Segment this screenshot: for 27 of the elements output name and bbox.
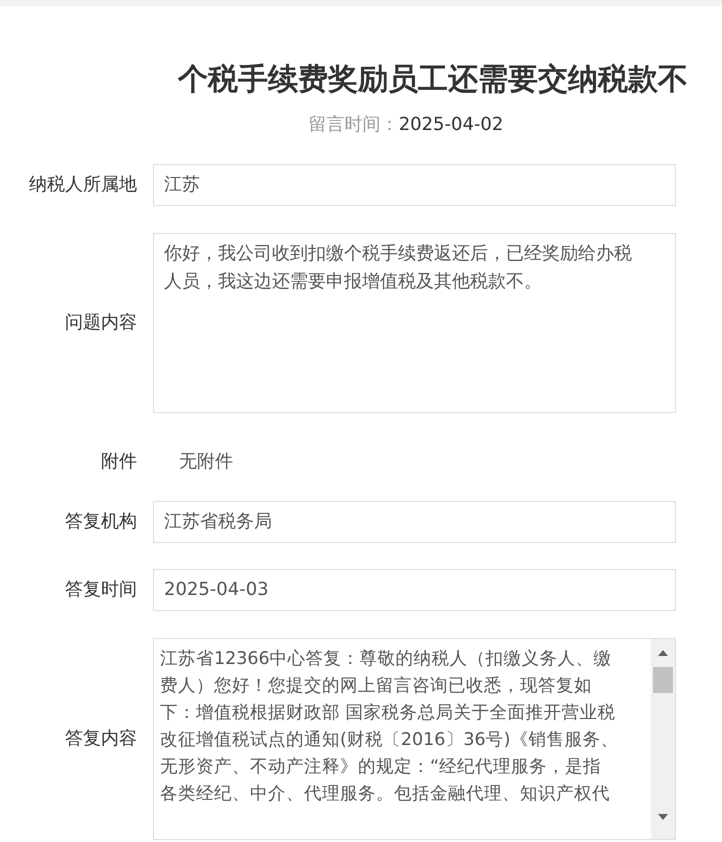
text-area[interactable]: 你好，我公司收到扣缴个税手续费返还后，已经奖励给办税 人员，我这边还需要申报增值税及其他税款不。 — [153, 233, 676, 413]
text-line: 费人）您好！您提交的网上留言咨询已收悉，现答复如 — [160, 675, 593, 698]
attachment-text: 无附件 — [179, 450, 233, 474]
text-line: 各类经纪、中介、代理服务。包括金融代理、知识产权代 — [160, 783, 611, 806]
date-label: 留言时间： — [308, 113, 399, 137]
text-line: 无形资产、不动产注释》的规定：“经纪代理服务，是指 — [160, 756, 602, 779]
field-label: 纳税人所属地 — [28, 173, 137, 197]
text-line: 你好，我公司收到扣缴个税手续费返还后，已经奖励给办税 — [164, 242, 633, 266]
scroll-thumb[interactable] — [653, 667, 673, 693]
text-line: 人员，我这边还需要申报增值税及其他税款不。 — [164, 270, 543, 294]
field-label: 答复时间 — [64, 578, 137, 602]
date-value: 2025-04-02 — [398, 113, 504, 137]
input-field[interactable]: 江苏 — [153, 164, 676, 206]
input-field[interactable]: 江苏省税务局 — [153, 501, 676, 543]
field-label: 问题内容 — [64, 311, 137, 335]
field-label: 答复内容 — [64, 727, 137, 751]
text-area[interactable]: 江苏省12366中心答复：尊敬的纳税人（扣缴义务人、缴 费人）您好！您提交的网上留言咨询已收悉，现答复如 下：增值税根据财政部 国家税务总局关于全面推开营业税 改征增值税试点的通知(财税〔2016〕36号)《销售服务、 无形资产、不动产注释》的规定：“经纪代理服务，是指 各类经纪、中介、代理服务。包括金融代理、知识产权代 — [153, 638, 676, 840]
scroll-up-icon[interactable] — [658, 650, 668, 656]
scrollbar[interactable] — [651, 639, 675, 839]
field-label: 附件 — [100, 450, 137, 474]
text-line: 下：增值税根据财政部 国家税务总局关于全面推开营业税 — [160, 702, 617, 725]
text-line: 江苏省12366中心答复：尊敬的纳税人（扣缴义务人、缴 — [160, 648, 613, 671]
field-label: 答复机构 — [64, 510, 137, 534]
scroll-down-icon[interactable] — [658, 814, 668, 820]
page-title: 个税手续费奖励员工还需要交纳税款不 — [176, 61, 688, 99]
input-field[interactable]: 2025-04-03 — [153, 569, 676, 611]
text-line: 改征增值税试点的通知(财税〔2016〕36号)《销售服务、 — [160, 729, 620, 752]
